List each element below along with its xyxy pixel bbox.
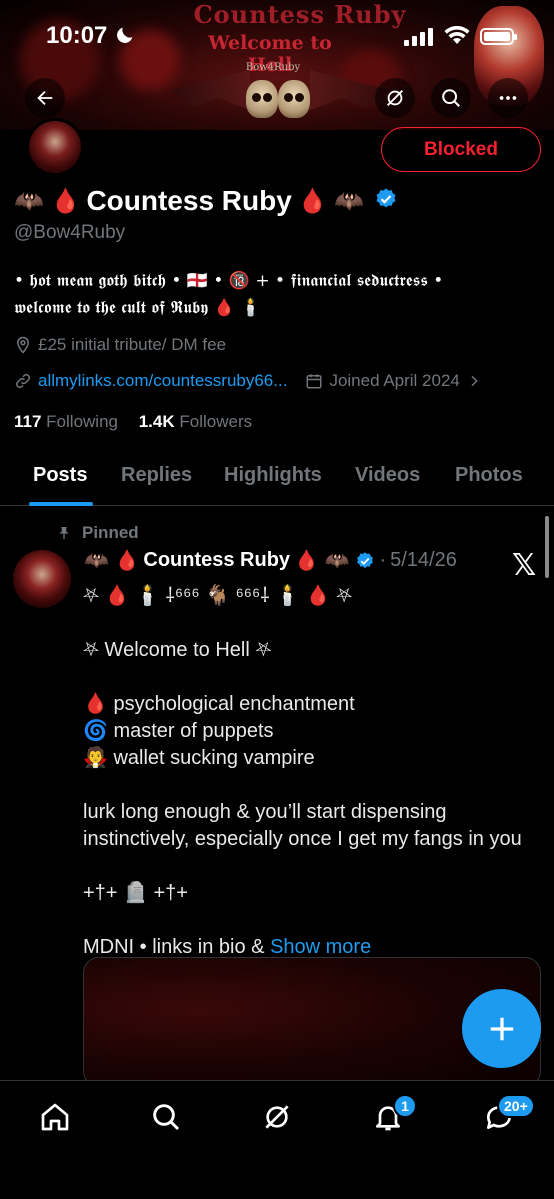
search-button[interactable] — [431, 78, 471, 118]
profile-avatar[interactable] — [26, 118, 84, 176]
followers-count: 1.4K — [138, 412, 175, 431]
link-icon — [15, 373, 31, 389]
tweet-line — [83, 907, 543, 934]
tweet-name-prefix-emoji: 🦇 🩸 — [84, 550, 140, 572]
plus-icon — [490, 1017, 513, 1040]
grok-icon — [265, 1105, 289, 1129]
show-more-link[interactable]: Show more — [270, 936, 371, 958]
back-button[interactable] — [25, 78, 65, 118]
search-icon — [442, 89, 460, 107]
bottom-nav: 1 20+ — [0, 1080, 554, 1199]
tweet-line: 🧛 wallet sucking vampire — [83, 747, 315, 769]
home-icon — [41, 1103, 69, 1131]
tweet-line: ⛧ 🩸 🕯️ ⸸⁶⁶⁶ 🐐 ⁶⁶⁶⸸ 🕯️ 🩸 ⛧ — [83, 585, 353, 607]
following-link[interactable]: 117 Following — [14, 412, 118, 431]
name-prefix-emoji: 🦇 🩸 — [14, 187, 81, 215]
followers-label: Followers — [179, 412, 253, 431]
verified-badge-icon — [357, 551, 374, 568]
more-horizontal-icon — [499, 96, 517, 100]
tab-replies[interactable]: Replies — [121, 464, 192, 487]
tweet-line: lurk long enough & you’ll start dispensi… — [83, 801, 447, 823]
active-tab-indicator — [29, 502, 93, 506]
banner-tag: Bow4Ruby — [245, 62, 301, 73]
pinned-label: Pinned — [56, 523, 139, 543]
compose-button[interactable] — [462, 989, 541, 1068]
tweet-author-name[interactable]: Countess Ruby — [143, 549, 290, 572]
grok-icon — [387, 90, 403, 106]
bio-line: 𝖜𝖊𝖑𝖈𝖔𝖒𝖊 𝖙𝖔 𝖙𝖍𝖊 𝖈𝖚𝖑𝖙 𝖔𝖋 𝕽𝖚𝖇𝖞 🩸 🕯️ — [14, 298, 262, 318]
cellular-signal-icon — [404, 28, 434, 51]
tweet-line — [83, 664, 543, 691]
chevron-right-icon[interactable] — [466, 373, 482, 389]
profile-tabs: Posts Replies Highlights Videos Photos — [0, 450, 554, 506]
verified-badge-icon[interactable] — [374, 187, 398, 216]
following-count: 117 — [14, 412, 42, 431]
location-row: £25 initial tribute/ DM fee — [14, 335, 226, 355]
tweet-date[interactable]: 5/14/26 — [390, 549, 457, 572]
tweet-last-text: MDNI • links in bio & — [83, 936, 271, 958]
grok-button[interactable] — [375, 78, 415, 118]
moon-icon — [114, 24, 136, 51]
tweet-header: 🦇 🩸 Countess Ruby 🩸 🦇 · 5/14/26 — [84, 548, 457, 573]
location-pin-icon — [16, 336, 30, 354]
display-name-row: 🦇 🩸 Countess Ruby 🩸 🦇 — [14, 181, 398, 221]
tweet-line: 🌀 master of puppets — [83, 720, 274, 742]
tab-videos[interactable]: Videos — [355, 464, 420, 487]
tweet-line: 🩸 psychological enchantment — [83, 693, 355, 715]
tweet-line — [83, 610, 543, 637]
blocked-button[interactable]: Blocked — [381, 127, 541, 172]
tweet-text: ⛧ 🩸 🕯️ ⸸⁶⁶⁶ 🐐 ⁶⁶⁶⸸ 🕯️ 🩸 ⛧ ⛧ Welcome to H… — [83, 583, 543, 961]
clock: 10:07 — [46, 22, 108, 49]
skull-left — [246, 80, 278, 118]
tweet-line: instinctively, especially once I get my … — [83, 828, 522, 850]
wifi-icon — [444, 25, 470, 51]
pin-icon — [59, 527, 69, 539]
bio: • 𝖍𝖔𝖙 𝖒𝖊𝖆𝖓 𝖌𝖔𝖙𝖍 𝖇𝖎𝖙𝖈𝖍 • 🏴󠁧󠁢󠁥󠁮󠁧󠁿 • 🔞 + • … — [14, 268, 534, 322]
search-icon — [153, 1104, 180, 1131]
tweet-line: ⛧ Welcome to Hell ⛧ — [83, 639, 272, 661]
follow-stats: 117 Following 1.4K Followers — [14, 412, 252, 432]
x-logo-icon: 𝕏 — [512, 548, 537, 583]
tweet-line: +†+ 🪦 +†+ — [83, 882, 188, 904]
bio-line: • 𝖍𝖔𝖙 𝖒𝖊𝖆𝖓 𝖌𝖔𝖙𝖍 𝖇𝖎𝖙𝖈𝖍 • 🏴󠁧󠁢󠁥󠁮󠁧󠁿 • 🔞 + • … — [14, 271, 444, 291]
tweet-avatar[interactable] — [13, 550, 71, 608]
tab-posts[interactable]: Posts — [33, 464, 87, 487]
name-suffix-emoji: 🩸 🦇 — [297, 187, 365, 215]
tweet-name-suffix-emoji: 🩸 🦇 — [294, 550, 350, 572]
tweet-line — [83, 772, 543, 799]
location-text: £25 initial tribute/ DM fee — [38, 335, 227, 354]
tab-highlights[interactable]: Highlights — [224, 464, 322, 487]
nav-home[interactable] — [37, 1099, 73, 1135]
pinned-text: Pinned — [82, 523, 139, 542]
joined-date: Joined April 2024 — [329, 371, 460, 390]
messages-badge: 20+ — [497, 1094, 535, 1118]
profile-banner: Countess Ruby Welcome to Hell Bow4Ruby — [0, 0, 554, 130]
handle: @Bow4Ruby — [14, 222, 126, 243]
tab-photos[interactable]: Photos — [455, 464, 523, 487]
nav-search[interactable] — [148, 1099, 184, 1135]
notifications-badge: 1 — [393, 1094, 417, 1118]
following-label: Following — [46, 412, 118, 431]
nav-grok[interactable] — [259, 1099, 295, 1135]
website-joined-row: allmylinks.com/countessruby66... Joined … — [14, 371, 488, 391]
skull-right — [278, 80, 310, 118]
display-name: Countess Ruby — [86, 185, 292, 216]
tweet-line — [83, 853, 543, 880]
battery-icon — [480, 28, 517, 45]
website-link[interactable]: allmylinks.com/countessruby66... — [38, 371, 287, 391]
calendar-icon — [306, 374, 322, 389]
scrollbar[interactable] — [545, 516, 549, 578]
followers-link[interactable]: 1.4K Followers — [139, 412, 252, 431]
status-bar: 10:07 — [0, 22, 554, 52]
more-button[interactable] — [488, 78, 528, 118]
arrow-left-icon — [37, 90, 53, 106]
tweet-separator: · — [379, 549, 387, 571]
bat-wing-left — [170, 70, 250, 110]
